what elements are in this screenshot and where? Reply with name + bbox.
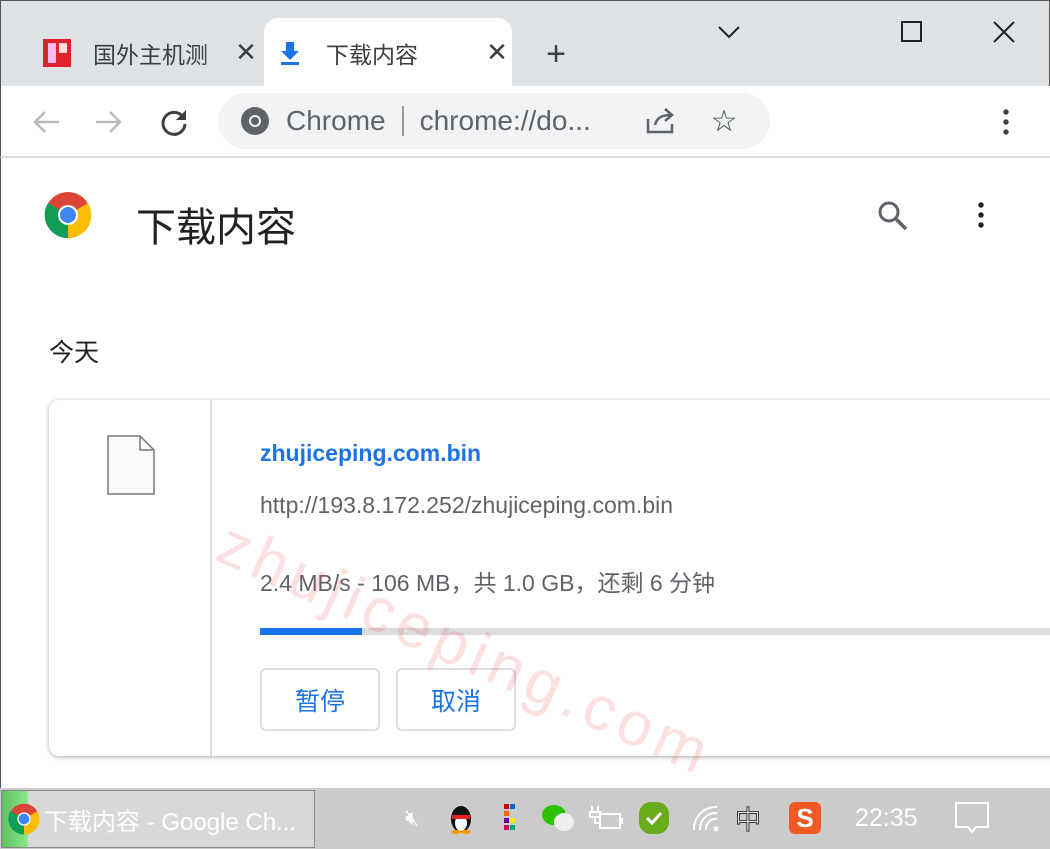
tab-close-icon[interactable]: ✕ [231, 37, 261, 68]
clock[interactable]: 22:35 [855, 804, 918, 833]
qq-icon[interactable] [447, 798, 475, 838]
back-icon[interactable] [26, 104, 66, 140]
file-name-link[interactable]: zhujiceping.com.bin [260, 440, 481, 467]
download-status: 2.4 MB/s - 106 MB，共 1.0 GB，还剩 6 分钟 [260, 570, 716, 596]
chrome-logo-icon [8, 803, 40, 835]
site-favicon [41, 37, 73, 69]
separator [401, 106, 404, 136]
battery-charging-icon[interactable] [588, 798, 624, 838]
download-item: zhujiceping.com.bin http://193.8.172.252… [49, 400, 1050, 756]
toolbar: Chrome chrome://do... ☆ [0, 86, 1050, 158]
tab-close-icon[interactable]: ✕ [482, 37, 512, 68]
close-icon[interactable] [979, 15, 1029, 49]
wifi-icon[interactable] [690, 798, 720, 838]
chevron-down-icon[interactable] [704, 15, 754, 49]
more-options-icon[interactable] [978, 201, 984, 234]
volume-muted-icon[interactable]: 🔇︎ [395, 798, 429, 838]
pause-button[interactable]: 暂停 [260, 668, 380, 731]
page-title: 下载内容 [136, 206, 296, 250]
plus-icon[interactable]: + [536, 35, 576, 74]
file-url: http://193.8.172.252/zhujiceping.com.bin [260, 492, 674, 518]
svg-text:S: S [796, 803, 813, 833]
star-icon[interactable]: ☆ [711, 104, 738, 139]
chrome-logo-icon [44, 191, 92, 244]
chrome-icon [240, 106, 270, 136]
divider [210, 400, 212, 756]
maximize-icon[interactable] [887, 15, 937, 49]
app-e-icon[interactable] [500, 798, 520, 838]
tab-strip: 国外主机测 ✕ 下载内容 ✕ + [0, 0, 1050, 87]
menu-icon[interactable] [986, 104, 1026, 140]
section-date-header: 今天 [49, 339, 100, 367]
tab-site[interactable]: 国外主机测 ✕ [31, 18, 261, 87]
wechat-icon[interactable] [540, 798, 576, 838]
cancel-button[interactable]: 取消 [396, 668, 516, 731]
url-text: chrome://do... [419, 105, 591, 136]
tab-downloads[interactable]: 下载内容 ✕ [264, 18, 512, 87]
file-icon [107, 435, 155, 500]
security-check-icon[interactable] [636, 798, 672, 838]
taskbar-chrome-button[interactable]: 下载内容 - Google Ch... [1, 790, 315, 848]
taskbar: 下载内容 - Google Ch... 🔇︎ 中 S 22:35 [0, 788, 1050, 849]
downloads-page: 下载内容 今天 zhujiceping.com.bin http://193.8… [0, 158, 1050, 789]
reload-icon[interactable] [154, 104, 194, 140]
progress-fill [260, 628, 363, 635]
sogou-ime-icon[interactable]: S [786, 798, 824, 838]
forward-icon[interactable] [89, 104, 129, 140]
search-icon[interactable] [877, 200, 909, 237]
notification-icon[interactable] [952, 798, 992, 838]
progress-bar [260, 628, 1050, 635]
tab-title: 下载内容 [326, 41, 418, 68]
tab-title: 国外主机测 [93, 41, 208, 68]
minimize-icon[interactable] [794, 15, 844, 49]
site-label: Chrome [286, 105, 386, 136]
download-icon [274, 37, 306, 69]
taskbar-app-title: 下载内容 - Google Ch... [44, 808, 297, 836]
share-icon[interactable] [645, 107, 677, 135]
ime-indicator[interactable]: 中 [732, 798, 764, 838]
omnibox[interactable]: Chrome chrome://do... ☆ [218, 93, 770, 149]
